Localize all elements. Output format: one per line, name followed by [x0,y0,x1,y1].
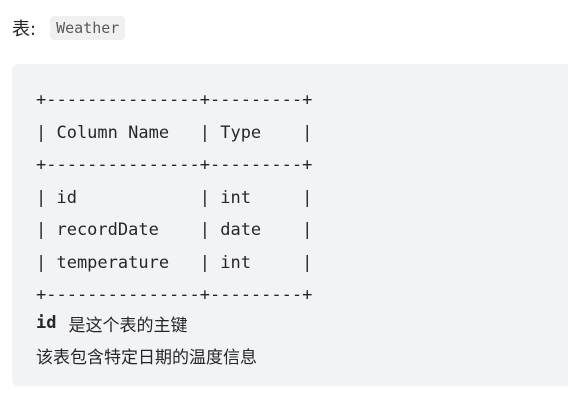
primary-key-text: 是这个表的主键 [68,315,188,336]
table-header-row: | Column Name | Type | [36,122,313,143]
table-row: | recordDate | date | [36,220,313,240]
table-border-top: +---------------+---------+ [36,90,313,110]
table-name-code: Weather [50,16,126,40]
primary-key-note: id 是这个表的主键 [36,308,187,338]
primary-key-column: id [36,313,57,333]
table-row: | temperature | int | [36,252,313,273]
table-header-separator: +---------------+---------+ [36,155,313,175]
table-caption: 表: Weather [12,14,126,42]
caption-label: 表: [12,19,37,40]
table-description: 该表包含特定日期的温度信息 [36,347,257,368]
schema-table: +---------------+---------+ | Column Name… [36,84,312,312]
table-row: | id | int | [36,187,313,208]
table-border-bottom: +---------------+---------+ [36,285,313,305]
schema-code-block: +---------------+---------+ | Column Name… [12,64,568,386]
